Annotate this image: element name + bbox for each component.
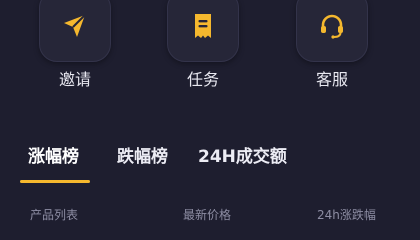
support-action[interactable]: 客服 (282, 0, 382, 89)
tab-gainers[interactable]: 涨幅榜 (28, 146, 79, 168)
invite-action[interactable]: 邀请 (25, 0, 125, 89)
task-receipt-icon (188, 11, 218, 41)
column-header-change: 24h涨跌幅 (317, 208, 376, 222)
support-tile[interactable] (296, 0, 368, 62)
invite-tile[interactable] (39, 0, 111, 62)
tab-losers[interactable]: 跌幅榜 (117, 146, 168, 168)
column-header-product: 产品列表 (30, 208, 79, 222)
headset-icon (317, 11, 347, 41)
paper-plane-icon (60, 11, 90, 41)
tasks-tile[interactable] (167, 0, 239, 62)
column-header-price: 最新价格 (183, 208, 232, 222)
support-label: 客服 (315, 70, 348, 89)
active-tab-indicator (20, 180, 90, 183)
tasks-action[interactable]: 任务 (153, 0, 253, 89)
tab-24h-volume[interactable]: 24H成交额 (198, 146, 287, 168)
invite-label: 邀请 (58, 70, 91, 89)
tasks-label: 任务 (186, 70, 219, 89)
